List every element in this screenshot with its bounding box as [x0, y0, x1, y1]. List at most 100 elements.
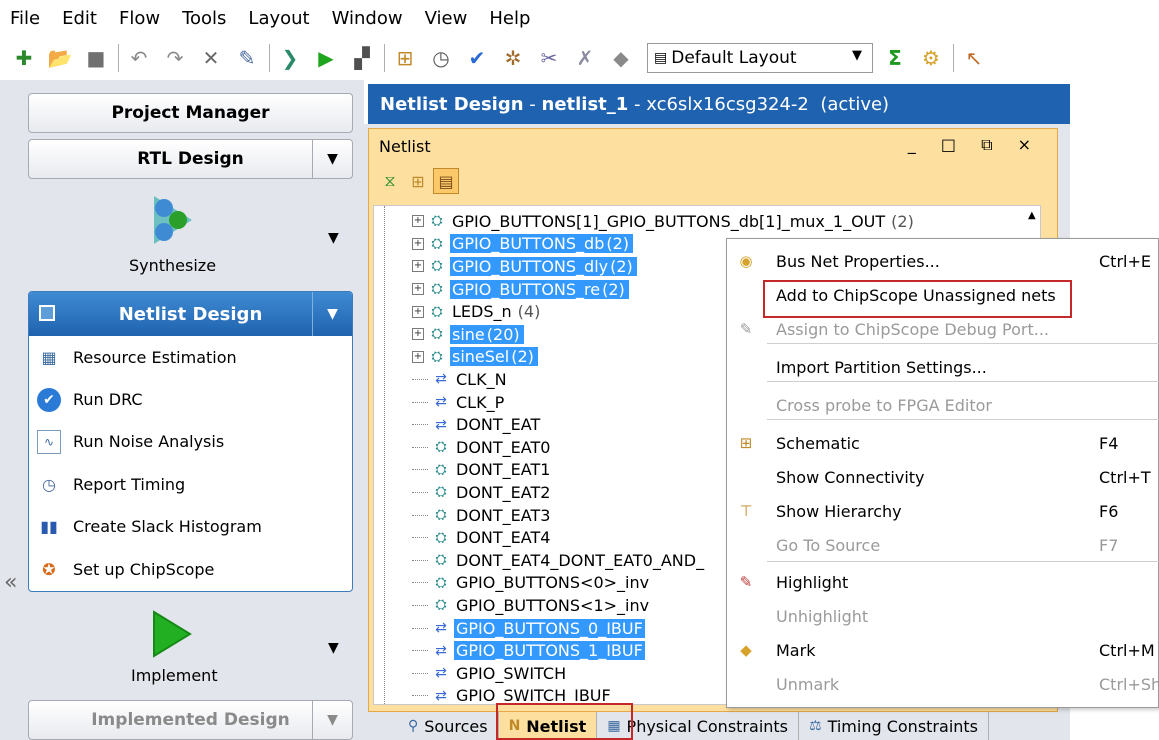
tree-row[interactable]: + ⛭ GPIO_BUTTONS_db (2)	[412, 233, 634, 256]
tree-row-label: GPIO_BUTTONS_0_IBUF	[454, 618, 645, 638]
sigma-icon[interactable]: Σ	[881, 44, 909, 72]
menu-flow[interactable]: Flow	[119, 8, 160, 29]
menu-view[interactable]: View	[425, 8, 468, 29]
tree-row[interactable]: ⇄ GPIO_BUTTONS_0_IBUF	[412, 617, 645, 640]
context-menu-item[interactable]: ✎ Highlight	[727, 566, 1159, 598]
synthesize-label[interactable]: Synthesize	[129, 256, 216, 275]
schematic-icon: ⊞	[739, 434, 753, 452]
chevron-down-icon[interactable]: ▼	[328, 640, 339, 656]
tree-row[interactable]: ⇄ CLK_P	[412, 391, 506, 414]
task-set-up-chipscope[interactable]: ✪ Set up ChipScope	[29, 548, 352, 590]
synthesize-icon[interactable]: ❯	[276, 44, 304, 72]
tree-row[interactable]: ⛭ DONT_EAT1	[412, 459, 552, 482]
wand-icon[interactable]: ✎	[233, 44, 261, 72]
cursor-icon[interactable]: ↖	[960, 44, 988, 72]
hierarchy-icon[interactable]: ▤	[433, 168, 459, 194]
expand-icon[interactable]: +	[412, 305, 424, 318]
tree-row[interactable]: ⛭ DONT_EAT4_DONT_EAT0_AND_	[412, 549, 706, 572]
synthesize-icon[interactable]	[150, 192, 196, 248]
context-menu-item[interactable]: Show Connectivity Ctrl+T	[727, 461, 1159, 493]
expand-icon[interactable]: +	[412, 237, 424, 250]
chevron-down-icon[interactable]: ▼	[312, 701, 352, 739]
tree-row[interactable]: + ⛭ GPIO_BUTTONS_dly (2)	[412, 255, 637, 278]
layout-select[interactable]: ▤ Default Layout ▼	[647, 43, 873, 73]
schematic-icon[interactable]: ⊞	[391, 44, 419, 72]
redo-icon[interactable]: ↷	[161, 44, 189, 72]
diamond-icon[interactable]: ◆	[607, 44, 635, 72]
tree-connector	[412, 424, 428, 426]
expand-icon[interactable]: +	[412, 260, 424, 273]
collapse-panel-icon[interactable]: «	[4, 570, 17, 595]
menu-tools[interactable]: Tools	[182, 8, 226, 29]
window-controls[interactable]: _ □ ⧉ ×	[908, 135, 1041, 155]
tree-row[interactable]: ⇄ GPIO_SWITCH_IBUF	[412, 685, 613, 704]
tree-row[interactable]: ⛭ DONT_EAT2	[412, 481, 552, 504]
expand-icon[interactable]: +	[412, 328, 424, 341]
tree-row[interactable]: ⇄ CLK_N	[412, 368, 509, 391]
menu-edit[interactable]: Edit	[62, 8, 97, 29]
implemented-design-button[interactable]: Implemented Design ▼	[28, 700, 353, 740]
new-project-icon[interactable]: ✚	[10, 44, 38, 72]
tree-row[interactable]: ⛭ GPIO_BUTTONS<0>_inv	[412, 572, 651, 595]
netlist-design-header[interactable]: Netlist Design ▼	[29, 292, 352, 336]
tree-row[interactable]: ⇄ DONT_EAT	[412, 413, 542, 436]
chevron-down-icon[interactable]: ▼	[312, 292, 352, 336]
settings-icon[interactable]: ✲	[499, 44, 527, 72]
delete-icon[interactable]: ✕	[197, 44, 225, 72]
tree-row[interactable]: ⛭ DONT_EAT4	[412, 526, 552, 549]
config-icon[interactable]: ⚙	[917, 44, 945, 72]
chevron-down-icon[interactable]: ▼	[328, 230, 339, 246]
tree-row[interactable]: + ⛭ LEDS_n (4)	[412, 300, 540, 323]
collapse-all-icon[interactable]: ⧖	[377, 168, 403, 194]
tree-row[interactable]: + ⛭ sineSel (2)	[412, 346, 538, 369]
tab-sources[interactable]: ⚲ Sources	[398, 712, 499, 740]
task-report-timing[interactable]: ◷ Report Timing	[29, 463, 352, 505]
check-icon[interactable]: ✔	[463, 44, 491, 72]
context-menu-item[interactable]: ◉ Bus Net Properties... Ctrl+E	[727, 245, 1159, 277]
tree-row[interactable]: ⇄ GPIO_SWITCH	[412, 662, 568, 685]
expand-icon[interactable]: +	[412, 215, 424, 228]
task-run-noise-analysis[interactable]: ∿ Run Noise Analysis	[29, 421, 352, 463]
bitstream-icon[interactable]: ▞	[348, 44, 376, 72]
menu-separator	[767, 343, 1159, 344]
context-menu-item[interactable]: ◆ Mark Ctrl+M	[727, 634, 1159, 666]
open-project-icon[interactable]: 📂	[46, 44, 74, 72]
schematic-icon[interactable]: ⊞	[405, 168, 431, 194]
task-resource-estimation[interactable]: ▦ Resource Estimation	[29, 336, 352, 378]
tree-row[interactable]: + ⛭ sine (20)	[412, 323, 524, 346]
menu-window[interactable]: Window	[332, 8, 403, 29]
save-icon[interactable]: ■	[82, 44, 110, 72]
undo-icon[interactable]: ↶	[125, 44, 153, 72]
expand-icon[interactable]: +	[412, 350, 424, 363]
tab-timing-constraints[interactable]: ⚖ Timing Constraints	[799, 712, 990, 740]
tree-row[interactable]: ⇄ GPIO_BUTTONS_1_IBUF	[412, 639, 645, 662]
menu-layout[interactable]: Layout	[248, 8, 309, 29]
tree-row-label: GPIO_BUTTONS<1>_inv	[456, 595, 650, 615]
menu-file[interactable]: File	[10, 8, 40, 29]
run-icon[interactable]: ▶	[312, 44, 340, 72]
wizard-icon[interactable]: ✗	[571, 44, 599, 72]
tools-icon[interactable]: ✂	[535, 44, 563, 72]
context-menu-item[interactable]: Import Partition Settings...	[727, 351, 1159, 383]
chevron-down-icon[interactable]: ▼	[312, 140, 352, 178]
expand-icon[interactable]: +	[412, 283, 424, 296]
implement-label[interactable]: Implement	[131, 666, 218, 685]
tree-connector	[412, 537, 428, 539]
task-run-drc[interactable]: ✔ Run DRC	[29, 378, 352, 420]
context-menu-item[interactable]: ⊞ Schematic F4	[727, 427, 1159, 459]
tree-row[interactable]: + ⛭ GPIO_BUTTONS_re (2)	[412, 278, 629, 301]
timing-icon[interactable]: ◷	[427, 44, 455, 72]
tree-row[interactable]: + ⛭ GPIO_BUTTONS[1]_GPIO_BUTTONS_db[1]_mux…	[412, 210, 914, 233]
tree-row[interactable]: ⛭ DONT_EAT0	[412, 436, 552, 459]
tree-row[interactable]: ⛭ DONT_EAT3	[412, 504, 552, 527]
scroll-up-icon[interactable]: ▲	[1028, 210, 1036, 221]
context-menu-item[interactable]: ⊤ Show Hierarchy F6	[727, 495, 1159, 527]
sources-icon: ⚲	[408, 718, 419, 734]
task-create-slack-histogram[interactable]: ▮▮ Create Slack Histogram	[29, 506, 352, 548]
project-manager-button[interactable]: Project Manager	[28, 93, 353, 133]
rtl-design-button[interactable]: RTL Design ▼	[28, 139, 353, 179]
menu-help[interactable]: Help	[489, 8, 530, 29]
implement-icon[interactable]	[152, 610, 192, 658]
flow-navigator: Project Manager RTL Design ▼ Synthesize …	[0, 80, 364, 740]
tree-row[interactable]: ⛭ GPIO_BUTTONS<1>_inv	[412, 594, 651, 617]
